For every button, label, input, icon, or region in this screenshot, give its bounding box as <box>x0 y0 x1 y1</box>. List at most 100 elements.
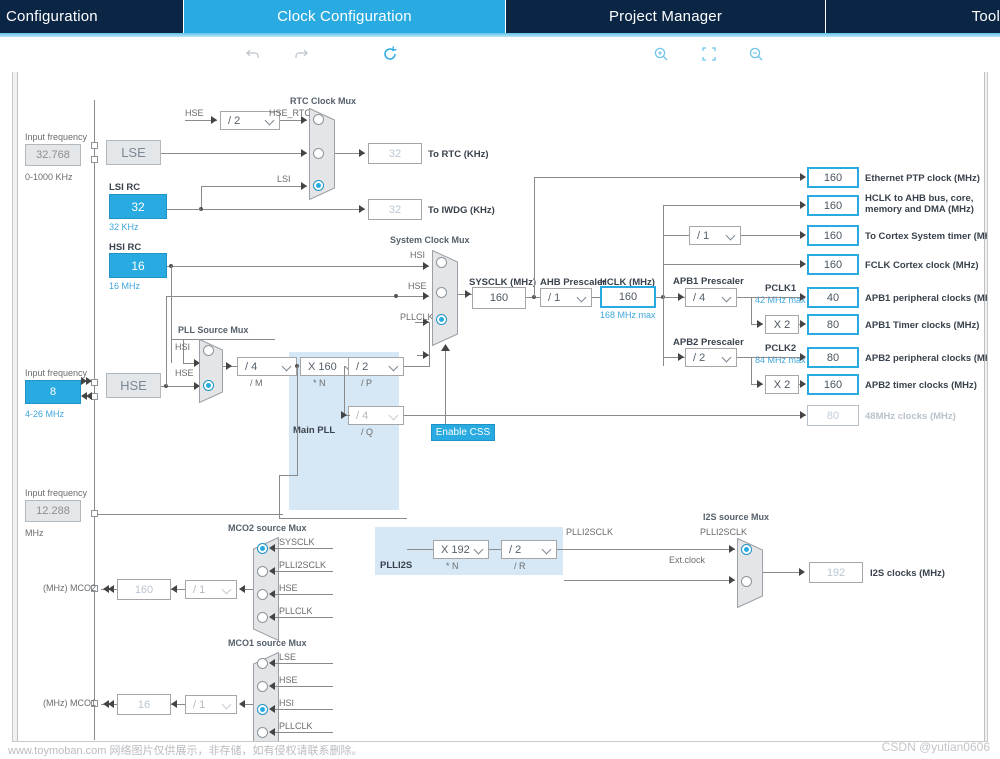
output-label-6: APB2 peripheral clocks (MHz) <box>865 353 988 364</box>
redo-icon[interactable] <box>290 43 312 65</box>
output-label-3: FCLK Cortex clock (MHz) <box>865 260 979 271</box>
mco2-option-pllclk[interactable] <box>257 612 268 623</box>
tab-configuration[interactable]: Configuration <box>0 0 184 33</box>
mco2-option-sysclk[interactable] <box>257 543 268 554</box>
wire-extclock-to-mux <box>564 580 735 581</box>
ahb-prescaler-select[interactable]: / 1 <box>540 288 592 307</box>
zoom-in-icon[interactable] <box>650 43 672 65</box>
tab-clock-configuration[interactable]: Clock Configuration <box>184 0 506 33</box>
arrow-hse-out-2 <box>86 392 92 400</box>
pll-m-divider-select[interactable]: / 4 <box>237 357 297 376</box>
mco2-source-mux-title: MCO2 source Mux <box>228 523 307 533</box>
sysmux-option-hsi[interactable] <box>436 257 447 268</box>
wire-mco2-src0 <box>273 548 333 549</box>
apb1-prescaler-select[interactable]: / 4 <box>685 288 737 307</box>
mco2-option-plli2sclk[interactable] <box>257 566 268 577</box>
output-value-6: 80 <box>807 347 859 368</box>
clock-toolbar: Resolve Clock Issues <box>0 37 1000 97</box>
arrow-apb2-timer <box>800 380 806 388</box>
pll-mux-option-hse[interactable] <box>203 380 214 391</box>
mco1-source-label-1: HSE <box>279 675 298 685</box>
sysmux-pllclk-label: PLLCLK <box>400 312 434 322</box>
apb2-prescaler-label: APB2 Prescaler <box>673 337 744 348</box>
wire-mco1-src1 <box>273 686 333 687</box>
to-rtc-value: 32 <box>368 143 422 164</box>
arrow-hsi-sysmux <box>423 262 429 270</box>
cortex-systimer-divider-select[interactable]: / 1 <box>689 226 741 245</box>
tab-project-manager[interactable]: Project Manager <box>506 0 826 33</box>
arrow-mco2-value <box>171 585 177 593</box>
arrow-pclk1 <box>800 293 806 301</box>
mco1-divider-select[interactable]: / 1 <box>185 695 237 714</box>
arrow-pclk2 <box>800 353 806 361</box>
sysmux-option-hse[interactable] <box>436 287 447 298</box>
pll-mux-option-hsi[interactable] <box>203 345 214 356</box>
mco2-divider-select[interactable]: / 1 <box>185 580 237 599</box>
pll-q-label: / Q <box>361 427 374 437</box>
i2s-input-frequency-field[interactable]: 12.288 <box>25 500 81 522</box>
mco2-option-hse[interactable] <box>257 589 268 600</box>
arrow-lse-rtcmux <box>301 149 307 157</box>
chevron-down-icon <box>578 293 587 302</box>
output-value-8: 80 <box>807 405 859 426</box>
chevron-down-icon <box>390 362 399 371</box>
hsi-rc-value[interactable]: 16 <box>109 253 167 278</box>
zoom-out-icon[interactable] <box>745 43 767 65</box>
tab-tools[interactable]: Tool <box>826 0 1000 33</box>
wire-sysclk-up <box>534 177 535 297</box>
lsi-rc-value[interactable]: 32 <box>109 194 167 219</box>
hse-pin-top <box>91 379 98 386</box>
mco1-source-label-3: PLLCLK <box>279 721 313 731</box>
i2s-mux-option-plli2sclk[interactable] <box>741 544 752 555</box>
lse-block[interactable]: LSE <box>106 140 161 165</box>
mco1-option-hsi[interactable] <box>257 704 268 715</box>
hse-block[interactable]: HSE <box>106 373 161 398</box>
i2s-mux-option-ext-clock[interactable] <box>741 576 752 587</box>
mco1-option-lse[interactable] <box>257 658 268 669</box>
enable-css-button[interactable]: Enable CSS <box>431 424 495 441</box>
plli2s-n-select[interactable]: X 192 <box>433 540 489 559</box>
sysmux-option-pllclk[interactable] <box>436 314 447 325</box>
fit-to-screen-icon[interactable] <box>698 43 720 65</box>
rtc-mux-option-hse-rtc[interactable] <box>313 114 324 125</box>
refresh-icon[interactable] <box>379 43 401 65</box>
undo-icon[interactable] <box>242 43 264 65</box>
arrow-mco2-pin-2 <box>108 585 114 593</box>
clock-tree-canvas[interactable]: Input frequency 32.768 0-1000 KHz LSE HS… <box>12 72 988 742</box>
wire-apb2-to-pclk2 <box>737 357 800 358</box>
pll-q-divider-select[interactable]: / 4 <box>348 406 404 425</box>
to-iwdg-value: 32 <box>368 199 422 220</box>
hclk-value[interactable]: 160 <box>600 286 656 308</box>
apb1-prescaler-label: APB1 Prescaler <box>673 276 744 287</box>
i2s-mux-src1-label: PLLI2SCLK <box>700 527 748 537</box>
mco2-source-label-1: PLLI2SCLK <box>279 560 327 570</box>
plli2s-n-label: * N <box>446 561 459 571</box>
arrow-mco2-div <box>239 585 245 593</box>
wire-lsi-to-rtcmux <box>201 186 307 187</box>
wire-plli2s-in <box>407 549 433 550</box>
apb2-prescaler-select[interactable]: / 2 <box>685 348 737 367</box>
canvas-right-rail <box>984 72 987 741</box>
hse-input-range: 4-26 MHz <box>25 409 65 419</box>
mco1-source-label-0: LSE <box>279 652 297 662</box>
wire-hsi-branch <box>171 339 275 340</box>
rtc-mux-option-lse[interactable] <box>313 148 324 159</box>
wire-hse-to-sysmux <box>166 296 429 297</box>
hse-input-frequency-field[interactable]: 8 <box>25 380 81 404</box>
mco1-option-hse[interactable] <box>257 681 268 692</box>
lse-input-caption: Input frequency <box>25 132 88 142</box>
lse-input-frequency-field[interactable]: 32.768 <box>25 144 81 166</box>
wire-mco2-src1 <box>273 571 333 572</box>
sysclk-value: 160 <box>472 287 526 309</box>
plli2s-r-select[interactable]: / 2 <box>501 540 557 559</box>
wire-i2s-in <box>98 514 283 515</box>
pll-p-divider-select[interactable]: / 2 <box>348 357 404 376</box>
rtc-mux-option-lsi[interactable] <box>313 180 324 191</box>
lse-pin-top <box>91 142 98 149</box>
wire-hclk-apb2-v <box>663 297 664 357</box>
chevron-down-icon <box>723 353 732 362</box>
arrow-i2s-out <box>799 568 805 576</box>
mco1-option-pllclk[interactable] <box>257 727 268 738</box>
wire-hclk-cortexdiv <box>663 235 689 236</box>
mco2-source-label-2: HSE <box>279 583 298 593</box>
